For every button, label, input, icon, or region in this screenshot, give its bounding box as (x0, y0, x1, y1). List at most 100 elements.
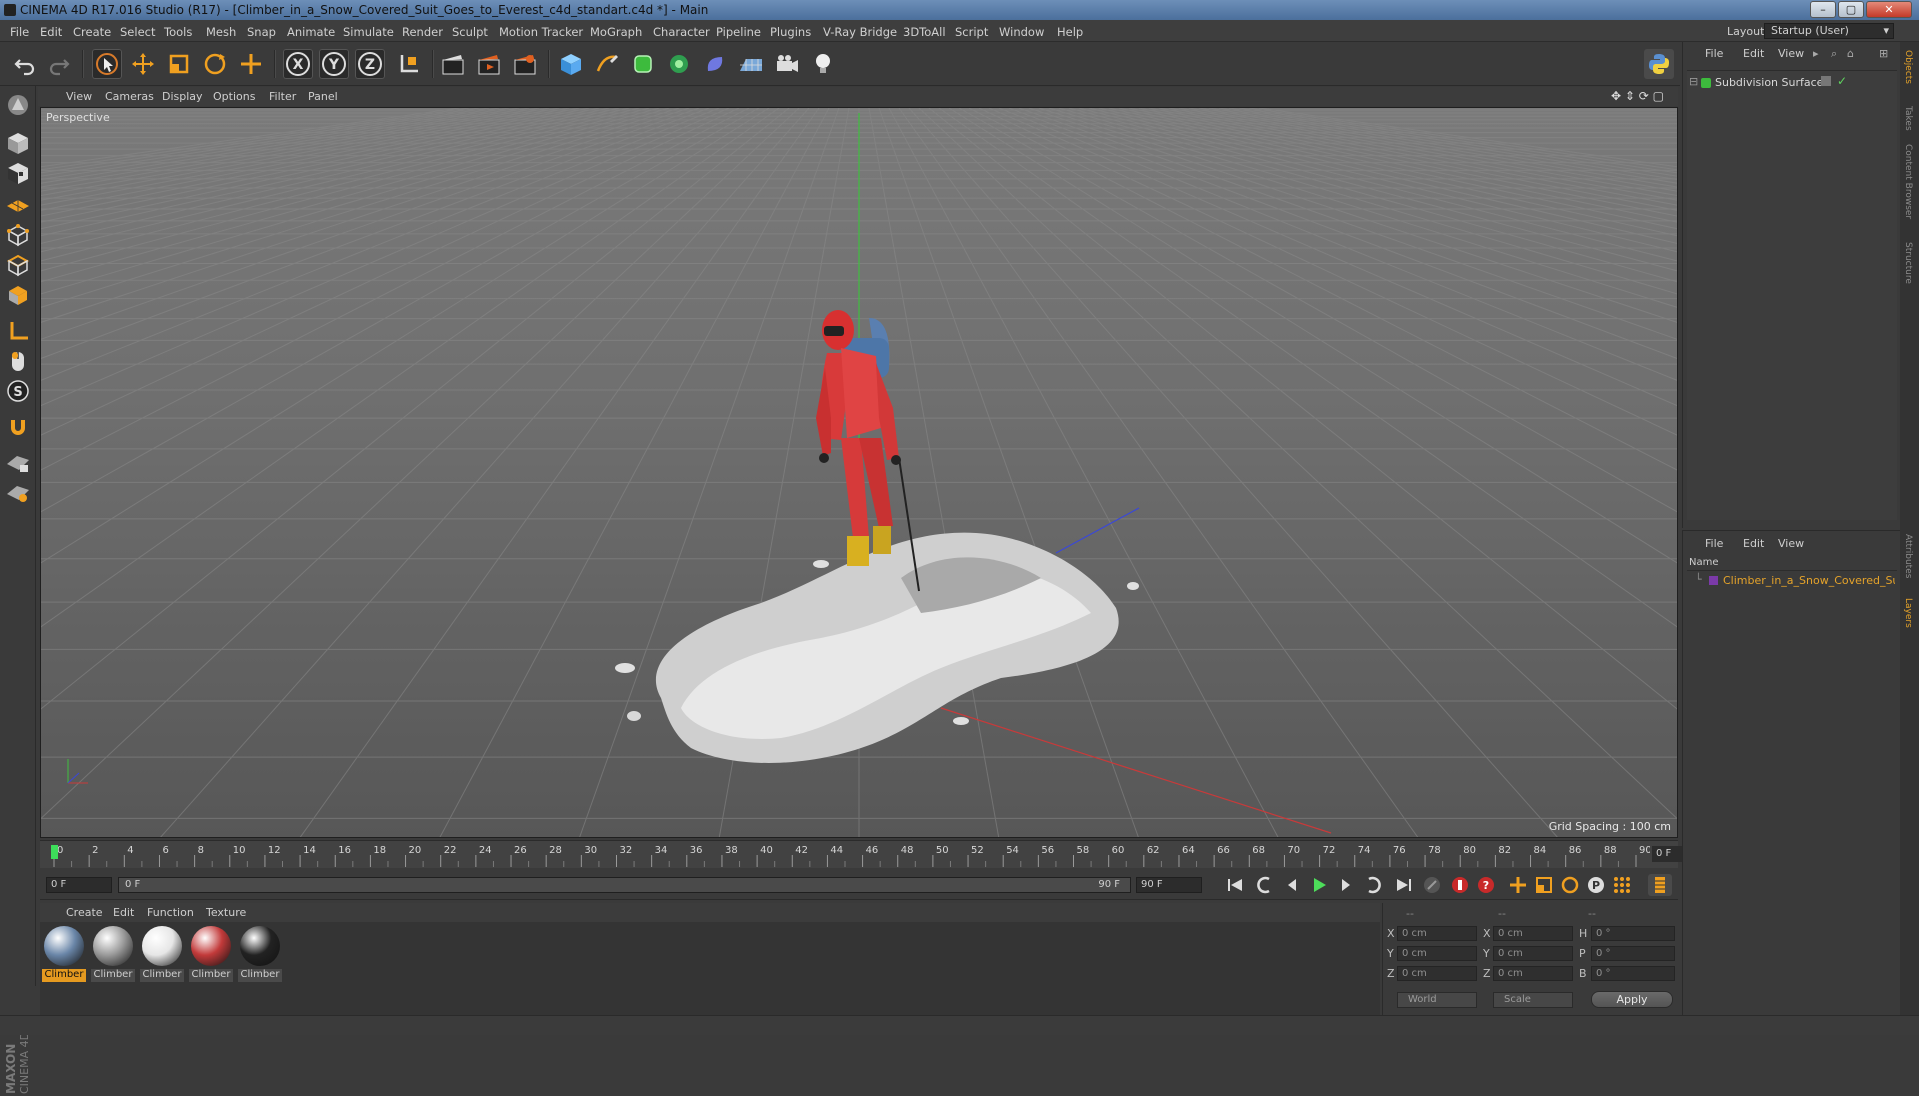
key-rotation-button[interactable] (1558, 874, 1582, 896)
magnet-button[interactable] (3, 412, 33, 442)
snap-button[interactable]: S (3, 376, 33, 406)
material-swatch[interactable]: Climber (238, 926, 282, 986)
axis-mode-button[interactable] (3, 316, 33, 346)
menu-motion-tracker[interactable]: Motion Tracker (499, 25, 583, 39)
undo-button[interactable] (10, 49, 40, 79)
keyframe-selection-button[interactable]: ? (1474, 874, 1498, 896)
render-settings-button[interactable] (510, 49, 540, 79)
tab-takes[interactable]: Takes (1903, 106, 1913, 131)
tab-objects[interactable]: Objects (1903, 50, 1913, 84)
playhead[interactable] (51, 845, 58, 859)
z-axis-button[interactable]: Z (355, 49, 385, 79)
size-mode-dropdown[interactable]: Scale (1493, 992, 1573, 1008)
frame-range-slider[interactable]: 0 F 90 F (118, 877, 1131, 893)
material-menu-function[interactable]: Function (147, 906, 194, 919)
timeline-button[interactable] (1648, 874, 1672, 896)
perspective-viewport[interactable]: Perspective Grid Spacing : 100 cm (40, 107, 1678, 838)
menu-animate[interactable]: Animate (287, 25, 335, 39)
rot-p-field[interactable]: 0 ° (1591, 946, 1675, 961)
render-view-button[interactable] (438, 49, 468, 79)
rotate-tool-button[interactable] (200, 49, 230, 79)
points-mode-button[interactable] (3, 220, 33, 250)
python-button[interactable] (1644, 49, 1674, 79)
pos-z-field[interactable]: 0 cm (1397, 966, 1477, 981)
y-axis-button[interactable]: Y (319, 49, 349, 79)
pos-x-field[interactable]: 0 cm (1397, 926, 1477, 941)
timeline-ruler[interactable]: 0 2 4 6 8 10 12 14 16 18 20 22 24 26 28 30 32 34 36 38 40 42 4… (40, 840, 1716, 868)
goto-next-key-button[interactable] (1361, 874, 1385, 896)
goto-end-button[interactable] (1392, 874, 1416, 896)
material-menu-edit[interactable]: Edit (113, 906, 134, 919)
menu-create[interactable]: Create (73, 25, 111, 39)
menu-render[interactable]: Render (402, 25, 443, 39)
goto-start-button[interactable] (1223, 874, 1247, 896)
make-editable-button[interactable] (3, 90, 33, 120)
tab-content-browser[interactable]: Content Browser (1903, 144, 1913, 219)
layout-dropdown[interactable]: Startup (User) ▾ (1764, 23, 1894, 39)
rot-h-field[interactable]: 0 ° (1591, 926, 1675, 941)
key-scale-button[interactable] (1532, 874, 1556, 896)
viewport-nav-icons[interactable]: ✥ ⇕ ⟳ ▢ (1611, 89, 1664, 103)
viewport-menu-view[interactable]: View (66, 90, 92, 103)
rot-b-field[interactable]: 0 ° (1591, 966, 1675, 981)
material-menu-texture[interactable]: Texture (206, 906, 246, 919)
menu-sculpt[interactable]: Sculpt (452, 25, 488, 39)
object-menu-view[interactable]: View (1778, 47, 1804, 60)
menu-snap[interactable]: Snap (247, 25, 276, 39)
menu-file[interactable]: File (10, 25, 29, 39)
material-swatch[interactable]: Climber (91, 926, 135, 986)
move-tool-button[interactable] (128, 49, 158, 79)
lock-workplane-button[interactable] (3, 448, 33, 478)
menu-vray-bridge[interactable]: V-Ray Bridge (823, 25, 897, 39)
tab-layers[interactable]: Layers (1903, 598, 1913, 628)
expand-icon[interactable]: ⊞ (1879, 47, 1888, 60)
key-position-button[interactable] (1506, 874, 1530, 896)
previous-frame-button[interactable] (1280, 874, 1304, 896)
apply-button[interactable]: Apply (1591, 991, 1673, 1008)
viewport-menu-options[interactable]: Options (213, 90, 255, 103)
object-row-subdivision-surface[interactable]: ⊟ Subdivision Surface ✓ (1687, 74, 1897, 91)
coordinate-mode-dropdown[interactable]: World (1397, 992, 1477, 1008)
home-icon[interactable]: ⌂ (1847, 47, 1854, 60)
close-button[interactable]: ✕ (1866, 1, 1912, 18)
cloner-button[interactable] (664, 49, 694, 79)
size-z-field[interactable]: 0 cm (1493, 966, 1573, 981)
minimize-button[interactable]: – (1810, 1, 1836, 18)
camera-button[interactable] (772, 49, 802, 79)
pen-spline-button[interactable] (592, 49, 622, 79)
layer-menu-edit[interactable]: Edit (1743, 537, 1764, 550)
menu-mograph[interactable]: MoGraph (590, 25, 642, 39)
cube-button[interactable] (556, 49, 586, 79)
checkmark-icon[interactable]: ✓ (1837, 74, 1847, 88)
layer-menu-file[interactable]: File (1705, 537, 1723, 550)
layer-menu-view[interactable]: View (1778, 537, 1804, 550)
size-y-field[interactable]: 0 cm (1493, 946, 1573, 961)
coordinate-system-button[interactable] (394, 49, 424, 79)
redo-button[interactable] (44, 49, 74, 79)
autokey-button[interactable] (1448, 874, 1472, 896)
play-button[interactable] (1307, 874, 1331, 896)
x-axis-button[interactable]: X (283, 49, 313, 79)
deformer-button[interactable] (700, 49, 730, 79)
pos-y-field[interactable]: 0 cm (1397, 946, 1477, 961)
edges-mode-button[interactable] (3, 250, 33, 280)
material-menu-create[interactable]: Create (66, 906, 103, 919)
tab-structure[interactable]: Structure (1903, 242, 1913, 284)
viewport-menu-filter[interactable]: Filter (269, 90, 296, 103)
scale-tool-button[interactable] (164, 49, 194, 79)
size-x-field[interactable]: 0 cm (1493, 926, 1573, 941)
menu-tools[interactable]: Tools (164, 25, 192, 39)
start-frame-field[interactable]: 0 F (46, 877, 112, 893)
floor-button[interactable] (736, 49, 766, 79)
model-mode-button[interactable] (3, 128, 33, 158)
workplane-mode-button[interactable] (3, 188, 33, 218)
menu-plugins[interactable]: Plugins (770, 25, 811, 39)
texture-mode-button[interactable] (3, 158, 33, 188)
material-swatch[interactable]: Climber (189, 926, 233, 986)
menu-edit[interactable]: Edit (40, 25, 62, 39)
light-button[interactable] (808, 49, 838, 79)
tab-attributes[interactable]: Attributes (1903, 534, 1913, 578)
menu-3dtoall[interactable]: 3DToAll (903, 25, 946, 39)
viewport-menu-panel[interactable]: Panel (308, 90, 338, 103)
select-tool-button[interactable] (92, 49, 122, 79)
